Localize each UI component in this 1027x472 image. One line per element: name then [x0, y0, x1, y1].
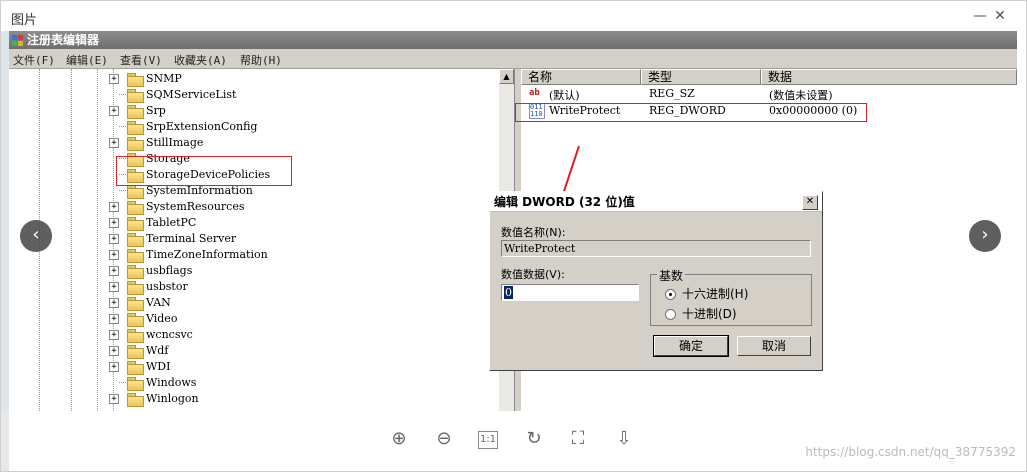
rotate-icon[interactable]: ↻ — [523, 428, 545, 450]
edit-dword-dialog: 编辑 DWORD (32 位)值 ✕ 数值名称(N): WriteProtect… — [489, 191, 823, 371]
value-name-label: 数值名称(N): — [501, 226, 566, 239]
base-label: 基数 — [657, 267, 686, 284]
radio-hex[interactable]: 十六进制(H) — [665, 285, 748, 302]
next-image-button[interactable]: › — [969, 220, 1001, 252]
close-button[interactable]: ✕ — [991, 7, 1009, 25]
background-strip — [1, 411, 9, 471]
fullscreen-icon[interactable]: ⛶ — [567, 428, 589, 450]
radio-dec-label: 十进制(D) — [682, 307, 737, 321]
background-strip — [1, 31, 9, 431]
ok-button[interactable]: 确定 — [653, 335, 729, 357]
photo-viewer: 图片 — ✕ 注册表编辑器 文件(F) 编辑(E) 查看(V) 收藏夹(A) 帮… — [0, 0, 1027, 472]
viewer-title: 图片 — [11, 13, 38, 28]
zoom-in-icon[interactable]: ⊕ — [388, 428, 410, 450]
radio-hex-label: 十六进制(H) — [682, 287, 749, 301]
value-data-text: 0 — [504, 286, 513, 299]
value-name-field: WriteProtect — [501, 240, 811, 257]
watermark: https://blog.csdn.net/qq_38775392 — [805, 445, 1016, 459]
minimize-button[interactable]: — — [971, 7, 989, 25]
base-groupbox: 基数 十六进制(H) 十进制(D) — [650, 267, 812, 326]
radio-dec[interactable]: 十进制(D) — [665, 305, 737, 322]
value-data-label: 数值数据(V): — [501, 268, 565, 281]
prev-image-button[interactable]: ‹ — [20, 220, 52, 252]
radio-unchecked-icon — [665, 309, 676, 320]
radio-checked-icon — [665, 289, 676, 300]
download-icon[interactable]: ⇩ — [613, 428, 635, 450]
value-data-input[interactable]: 0 — [501, 284, 639, 301]
cancel-button[interactable]: 取消 — [737, 336, 811, 356]
dialog-title: 编辑 DWORD (32 位)值 — [490, 192, 822, 212]
dialog-close-button[interactable]: ✕ — [802, 195, 818, 210]
zoom-out-icon[interactable]: ⊖ — [433, 428, 455, 450]
actual-size-icon[interactable]: 1:1 — [478, 431, 498, 449]
